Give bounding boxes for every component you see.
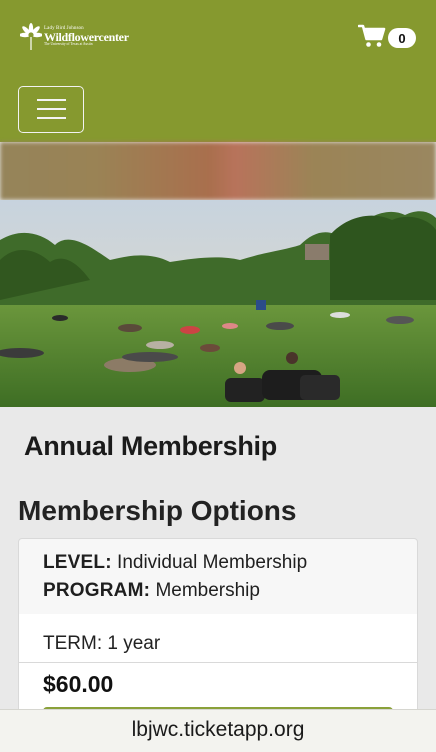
program-value: Membership <box>155 580 260 601</box>
browser-url-bar[interactable]: lbjwc.ticketapp.org <box>0 709 436 752</box>
banner-blur-band <box>0 142 436 200</box>
page-title: Annual Membership <box>24 431 277 461</box>
term-text: TERM: 1 year <box>43 633 161 654</box>
hamburger-icon <box>37 99 66 101</box>
membership-option-card: LEVEL: Individual Membership PROGRAM: Me… <box>18 538 418 615</box>
site-header: Lady Bird Johnson Wildflowercenter The U… <box>0 0 436 142</box>
cart-icon <box>358 24 386 47</box>
flower-icon <box>20 23 42 50</box>
hero-park-image <box>0 200 436 407</box>
cart-button[interactable]: 0 <box>358 22 420 52</box>
program-label: PROGRAM: <box>43 580 151 601</box>
url-text: lbjwc.ticketapp.org <box>131 718 305 741</box>
level-value: Individual Membership <box>117 552 308 573</box>
level-row: LEVEL: Individual Membership <box>43 552 307 574</box>
level-label: LEVEL: <box>43 552 112 573</box>
term-row: TERM: 1 year <box>18 625 418 663</box>
program-row: PROGRAM: Membership <box>43 580 260 602</box>
cart-count-badge: 0 <box>388 28 416 48</box>
main-content: Annual Membership Membership Options LEV… <box>0 407 436 752</box>
menu-toggle-button[interactable] <box>18 86 84 133</box>
price-value: $60.00 <box>43 671 114 697</box>
wildflower-center-logo[interactable]: Lady Bird Johnson Wildflowercenter The U… <box>20 19 129 53</box>
logo-line-2: Wildflowercenter <box>44 29 129 44</box>
section-title: Membership Options <box>18 495 297 526</box>
